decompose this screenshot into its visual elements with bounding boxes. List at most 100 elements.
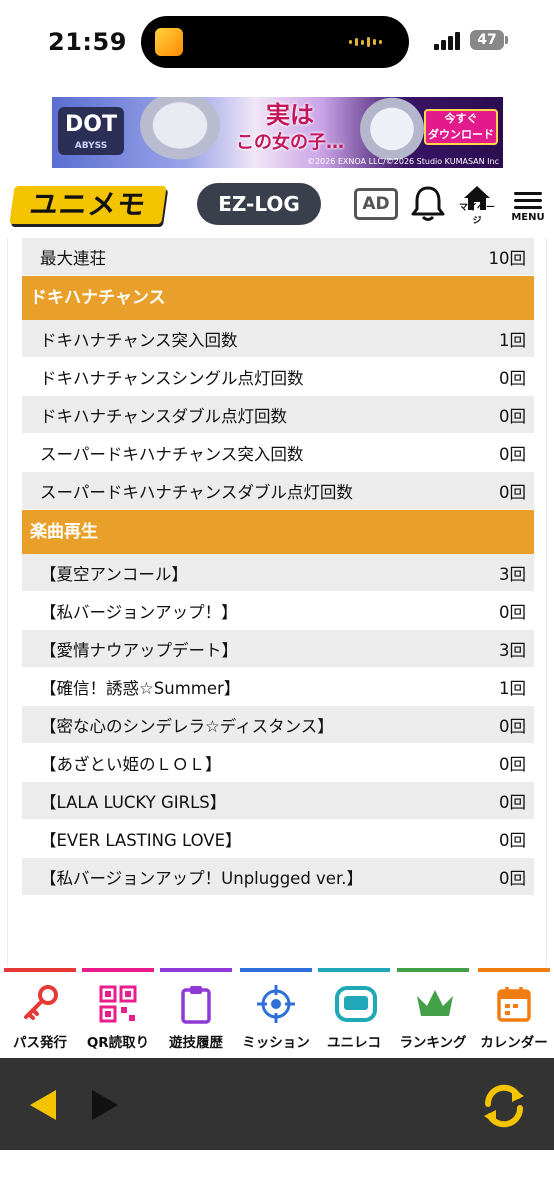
tab-indicator-line	[240, 968, 312, 972]
calendar-icon	[494, 984, 534, 1024]
stat-row: 最大連荘 10回	[22, 238, 534, 276]
stat-row: スーパードキハナチャンス突入回数 0回	[22, 434, 534, 472]
browser-toolbar	[0, 1058, 554, 1150]
dynamic-island	[141, 16, 409, 68]
clipboard-icon	[176, 984, 216, 1024]
tab-label: パス発行	[13, 1035, 67, 1051]
stat-label: 【EVER LASTING LOVE】	[40, 830, 242, 850]
banner-cta-line1: 今すぐ	[444, 112, 478, 125]
stat-label: 【確信！誘惑☆Summer】	[40, 678, 241, 698]
section-header: ドキハナチャンス	[22, 276, 534, 320]
qr-code-icon	[98, 984, 138, 1024]
stat-value: 0回	[499, 368, 526, 388]
key-icon	[20, 984, 60, 1024]
stat-label: 【密な心のシンデレラ☆ディスタンス】	[40, 716, 334, 736]
stat-value: 1回	[499, 330, 526, 350]
stat-label: スーパードキハナチャンスダブル点灯回数	[40, 482, 353, 502]
stat-value: 3回	[499, 564, 526, 584]
tab-target[interactable]: ミッション	[240, 966, 312, 1058]
stat-value: 0回	[499, 868, 526, 888]
stat-row: ドキハナチャンス突入回数 1回	[22, 320, 534, 358]
tab-label: ランキング	[399, 1035, 467, 1051]
tab-crown[interactable]: ランキング	[397, 966, 469, 1058]
tab-indicator-line	[82, 968, 154, 972]
site-logo[interactable]: ユニメモ	[9, 186, 167, 224]
status-time: 21:59	[48, 28, 127, 56]
stat-row: 【LALA LUCKY GIRLS】 0回	[22, 782, 534, 820]
stat-value: 0回	[499, 792, 526, 812]
hamburger-icon	[510, 186, 546, 209]
ad-button[interactable]: AD	[354, 188, 398, 220]
stat-value: 1回	[499, 678, 526, 698]
stat-row: スーパードキハナチャンスダブル点灯回数 0回	[22, 472, 534, 510]
mypage-button[interactable]: マイページ	[456, 184, 498, 226]
stat-label: 【私バージョンアップ！Unplugged ver.】	[40, 868, 363, 888]
stat-row: 【愛情ナウアップデート】 3回	[22, 630, 534, 668]
stat-value: 0回	[499, 444, 526, 464]
banner-copy-line1: 実は	[266, 101, 314, 129]
tab-label: QR読取り	[86, 1035, 150, 1051]
stat-value: 0回	[499, 716, 526, 736]
stat-row: 【あざとい姫のＬＯＬ】 0回	[22, 744, 534, 782]
tab-indicator-line	[318, 968, 390, 972]
stat-label: 【あざとい姫のＬＯＬ】	[40, 754, 222, 774]
stat-value: 0回	[499, 830, 526, 850]
cellular-signal-icon	[434, 32, 462, 50]
tab-label: ミッション	[242, 1035, 310, 1051]
stat-row: 【私バージョンアップ！】 0回	[22, 592, 534, 630]
tab-label: 遊技履歴	[169, 1035, 223, 1051]
stat-row: ドキハナチャンスシングル点灯回数 0回	[22, 358, 534, 396]
reload-icon[interactable]	[480, 1082, 528, 1130]
tab-calendar[interactable]: カレンダー	[478, 966, 550, 1058]
status-bar: 21:59 47	[0, 0, 554, 84]
stat-label: 【私バージョンアップ！】	[40, 602, 238, 622]
tab-indicator-line	[160, 968, 232, 972]
stats-content: 最大連荘 10回 ドキハナチャンス ドキハナチャンス突入回数 1回 ドキハナチャンスシング…	[7, 238, 547, 966]
back-arrow-icon[interactable]	[28, 1088, 58, 1122]
tab-label: カレンダー	[480, 1035, 548, 1051]
banner-download-button[interactable]: 今すぐ ダウンロード	[424, 109, 498, 145]
stat-value: 0回	[499, 754, 526, 774]
tab-unireco[interactable]: ユニレコ	[318, 966, 390, 1058]
section-header: 楽曲再生	[22, 510, 534, 554]
stat-label: 【愛情ナウアップデート】	[40, 640, 238, 660]
crown-icon	[413, 984, 453, 1024]
stat-row: 【確信！誘惑☆Summer】 1回	[22, 668, 534, 706]
now-playing-app-icon	[155, 28, 183, 56]
tab-qr-code[interactable]: QR読取り	[82, 966, 154, 1058]
banner-copyright: ©2026 EXNOA LLC/©2026 Studio KUMASAN Inc	[306, 157, 499, 166]
menu-label: MENU	[511, 212, 545, 223]
target-icon	[256, 984, 296, 1024]
stats-list: 最大連荘 10回 ドキハナチャンス ドキハナチャンス突入回数 1回 ドキハナチャンスシング…	[22, 238, 534, 896]
stat-row: 【EVER LASTING LOVE】 0回	[22, 820, 534, 858]
banner-copy-line2: この女の子…	[236, 132, 344, 153]
menu-button[interactable]: MENU	[510, 186, 546, 226]
stat-value: 0回	[499, 406, 526, 426]
stat-row: ドキハナチャンスダブル点灯回数 0回	[22, 396, 534, 434]
stat-label: ドキハナチャンス突入回数	[40, 330, 238, 350]
battery-icon: 47	[470, 30, 504, 50]
stat-row: 【私バージョンアップ！Unplugged ver.】 0回	[22, 858, 534, 896]
banner-ad[interactable]: DOT ABYSS 実は この女の子… 今すぐ ダウンロード ©2026 EXN…	[52, 97, 503, 168]
banner-game-logo-text: DOT	[65, 112, 117, 137]
audio-wave-icon	[349, 37, 385, 47]
banner-cta-line2: ダウンロード	[428, 128, 494, 141]
banner-game-logo-sub: ABYSS	[74, 141, 108, 151]
forward-arrow-icon[interactable]	[90, 1088, 120, 1122]
tab-clipboard[interactable]: 遊技履歴	[160, 966, 232, 1058]
banner-character-image	[130, 97, 230, 168]
stat-label: スーパードキハナチャンス突入回数	[40, 444, 304, 464]
tab-indicator-line	[478, 968, 550, 972]
tab-key[interactable]: パス発行	[4, 966, 76, 1058]
stat-value: 0回	[499, 602, 526, 622]
bell-icon[interactable]	[410, 184, 446, 222]
stat-label: 【LALA LUCKY GIRLS】	[40, 792, 227, 812]
stat-value: 10回	[488, 248, 527, 268]
ezlog-button[interactable]: EZ-LOG	[197, 183, 321, 225]
unireco-icon	[334, 984, 377, 1024]
tab-indicator-line	[4, 968, 76, 972]
stat-label: ドキハナチャンスダブル点灯回数	[40, 406, 288, 426]
mypage-label: マイページ	[458, 203, 495, 226]
stat-value: 3回	[499, 640, 526, 660]
bottom-tab-bar: パス発行 QR読取り 遊技履歴 ミッション ユニレコ ランキング カレンダー	[0, 966, 554, 1058]
